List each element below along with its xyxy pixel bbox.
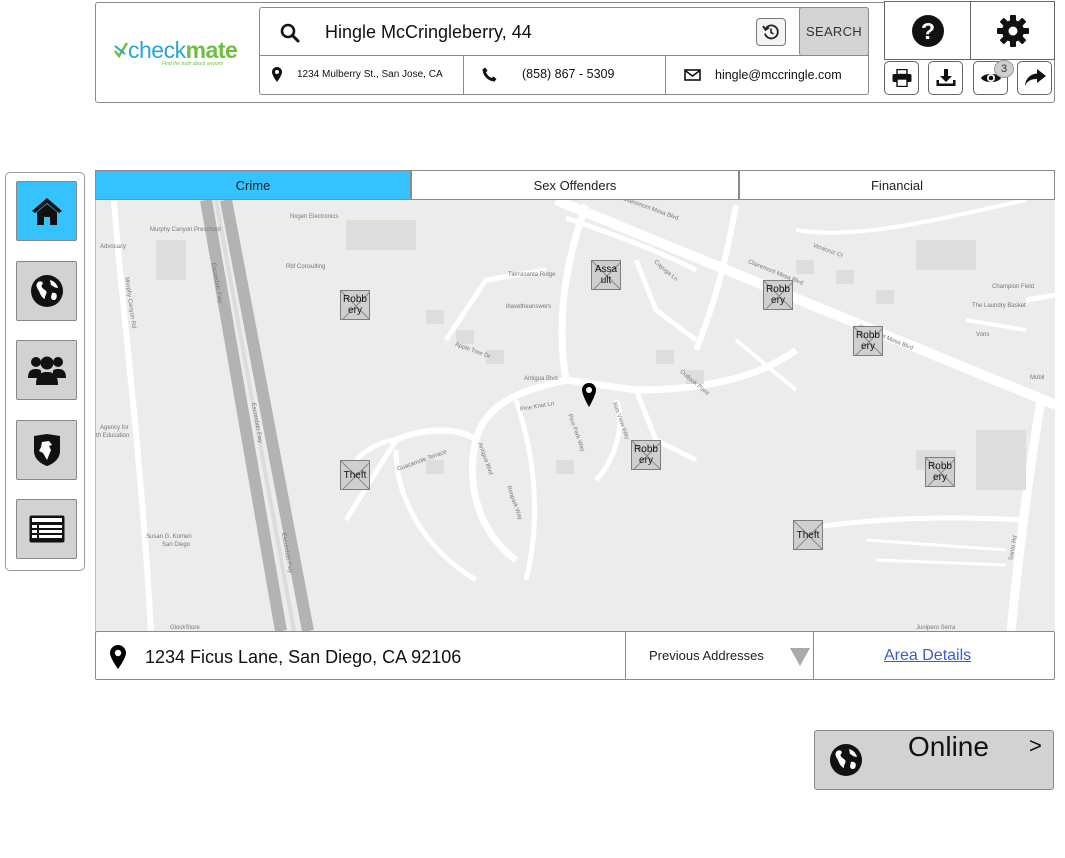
map-poi-label: Susan G. Komen <box>146 534 192 540</box>
logo-tagline: Find the truth about anyone <box>162 61 224 67</box>
sidebar-item-records[interactable] <box>16 499 77 559</box>
contact-info-row: 1234 Mulberry St., San Jose, CA (858) 86… <box>260 56 868 94</box>
checkmark-logo-icon <box>114 42 128 58</box>
envelope-icon <box>684 69 701 81</box>
email-info: hingle@mccringle.com <box>666 56 868 94</box>
gear-icon <box>996 14 1029 47</box>
sidebar-item-criminal[interactable] <box>16 420 77 480</box>
tab-crime[interactable]: Crime <box>95 170 411 200</box>
checkmate-logo[interactable]: checkmate Find the truth about anyone <box>114 37 248 67</box>
dropdown-caret-icon <box>790 648 810 666</box>
category-tabs: Crime Sex Offenders Financial <box>95 170 1055 200</box>
crime-marker-label: Robb ery <box>766 284 790 306</box>
chevron-right-icon: > <box>1029 733 1042 758</box>
address-text: 1234 Mulberry St., San Jose, CA <box>297 69 443 80</box>
map-poi-label: Tierrasanta Ridge <box>508 272 556 278</box>
crime-marker-robbery[interactable]: Robb ery <box>763 280 793 310</box>
views-count-badge: 3 <box>994 60 1014 78</box>
logo-wordmark: checkmate <box>128 37 238 63</box>
history-icon <box>762 24 779 40</box>
map-street-label: Antigua Blvd <box>524 376 558 382</box>
map-poi-label: Champion Field <box>992 284 1035 290</box>
search-icon <box>280 23 300 43</box>
address-info: 1234 Mulberry St., San Jose, CA <box>260 56 463 94</box>
printer-icon <box>892 69 911 87</box>
phone-text: (858) 867 - 5309 <box>522 67 615 81</box>
download-icon <box>936 69 955 86</box>
settings-button[interactable] <box>970 1 1055 60</box>
map-poi-label: Rbf Consulting <box>286 264 326 270</box>
crime-marker-label: Robb ery <box>856 330 880 352</box>
search-input[interactable]: Hingle McCringleberry, 44 <box>325 22 532 43</box>
crime-marker-theft[interactable]: Theft <box>340 460 370 490</box>
crime-marker-label: Robb ery <box>928 461 952 483</box>
map-poi-label: The Laundry Basket <box>972 303 1026 309</box>
crime-marker-assault[interactable]: Assa ult <box>591 260 621 290</box>
print-button[interactable] <box>884 61 919 95</box>
map-poi-label: ihavetheanswers <box>506 304 552 310</box>
group-users-icon <box>27 356 66 385</box>
crime-marker-theft[interactable]: Theft <box>793 520 823 550</box>
globe-icon <box>830 744 862 776</box>
sidebar <box>5 172 85 571</box>
search-button[interactable]: SEARCH <box>799 7 869 56</box>
crime-marker-label: Robb ery <box>634 444 658 466</box>
map-poi-label: San Diego <box>162 542 191 548</box>
map-poi-label: Vons <box>976 332 990 338</box>
sidebar-item-home[interactable] <box>16 181 77 241</box>
map-poi-label: Murphy Canyon Preschool <box>150 227 221 233</box>
map-pin-icon <box>272 67 282 82</box>
map-poi-label: Advocacy <box>100 244 127 250</box>
share-arrow-icon <box>1024 69 1046 86</box>
download-button[interactable] <box>928 61 963 95</box>
online-button[interactable]: Online > <box>814 730 1054 790</box>
map-poi-label: Mobil <box>1030 375 1045 381</box>
search-row: Hingle McCringleberry, 44 SEARCH <box>260 7 869 56</box>
shield-badge-icon <box>33 434 60 466</box>
reset-search-button[interactable] <box>756 18 786 46</box>
area-details-link[interactable]: Area Details <box>884 647 971 665</box>
tab-financial[interactable]: Financial <box>739 170 1055 200</box>
crime-marker-label: Robb ery <box>343 294 367 316</box>
tab-sex-offenders[interactable]: Sex Offenders <box>411 170 739 200</box>
crime-marker-label: Assa ult <box>594 264 618 286</box>
home-location-pin-icon[interactable] <box>582 383 596 407</box>
question-circle-icon: ? <box>911 14 944 47</box>
sidebar-item-people[interactable] <box>16 340 77 400</box>
map-pin-icon <box>110 645 126 669</box>
crime-map[interactable]: Nxgen Electronics Murphy Canyon Preschoo… <box>95 200 1055 631</box>
previous-addresses-label: Previous Addresses <box>649 648 764 663</box>
current-address: 1234 Ficus Lane, San Diego, CA 92106 <box>145 647 462 667</box>
help-button[interactable]: ? <box>884 1 971 60</box>
map-poi-label: Nxgen Electronics <box>290 214 339 220</box>
crime-marker-label: Theft <box>343 470 367 481</box>
svg-text:?: ? <box>920 18 934 44</box>
map-streets <box>96 200 1055 631</box>
map-poi-label: th Education <box>96 433 130 439</box>
crime-marker-robbery[interactable]: Robb ery <box>631 440 661 470</box>
sidebar-item-online[interactable] <box>16 261 77 321</box>
share-button[interactable] <box>1017 61 1052 95</box>
crime-marker-robbery[interactable]: Robb ery <box>340 290 370 320</box>
map-poi-label: Agency for <box>100 425 129 431</box>
online-label: Online <box>908 731 989 762</box>
list-document-icon <box>29 515 64 543</box>
crime-marker-robbery[interactable]: Robb ery <box>853 326 883 356</box>
crime-marker-label: Theft <box>796 530 820 541</box>
email-text: hingle@mccringle.com <box>715 68 842 82</box>
previous-addresses-dropdown[interactable]: Previous Addresses <box>625 632 814 679</box>
phone-info: (858) 867 - 5309 <box>464 56 665 94</box>
address-bar: 1234 Ficus Lane, San Diego, CA 92106 Pre… <box>95 631 1055 680</box>
home-icon <box>31 198 62 225</box>
crime-marker-robbery[interactable]: Robb ery <box>925 457 955 487</box>
search-panel: Hingle McCringleberry, 44 SEARCH 1234 Mu… <box>259 7 869 95</box>
globe-icon <box>30 275 63 307</box>
phone-icon <box>482 67 497 82</box>
